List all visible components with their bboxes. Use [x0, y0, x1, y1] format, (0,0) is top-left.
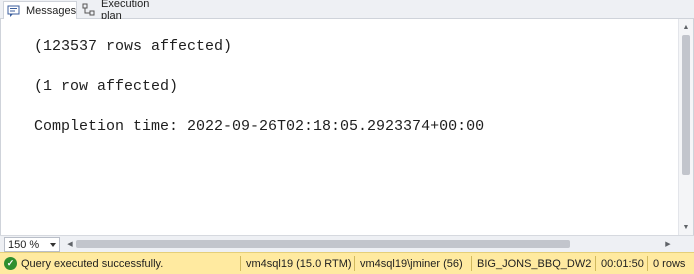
status-user: vm4sql19\jminer (56): [360, 257, 463, 270]
status-elapsed: 00:01:50: [601, 257, 644, 270]
status-divider: [647, 256, 648, 271]
horizontal-scroll-thumb[interactable]: [76, 240, 570, 248]
status-message: ✓ Query executed successfully.: [4, 253, 163, 274]
scroll-left-arrow-icon[interactable]: ◀: [64, 238, 76, 250]
message-row-affected: (1 row affected): [34, 78, 179, 95]
tab-messages-label: Messages: [26, 4, 77, 17]
success-check-icon: ✓: [4, 257, 17, 270]
chevron-down-icon: [50, 243, 56, 247]
status-divider: [471, 256, 472, 271]
scroll-down-arrow-icon[interactable]: ▼: [679, 220, 693, 234]
scroll-right-arrow-icon[interactable]: ▶: [662, 238, 674, 250]
scroll-up-arrow-icon[interactable]: ▲: [679, 20, 693, 34]
zoom-value: 150 %: [8, 238, 40, 251]
status-divider: [354, 256, 355, 271]
vertical-scroll-thumb[interactable]: [682, 35, 690, 175]
vertical-scrollbar[interactable]: ▲ ▼: [678, 19, 693, 235]
tab-messages[interactable]: Messages: [3, 1, 77, 20]
horizontal-scrollbar[interactable]: [76, 240, 660, 249]
messages-icon: [7, 4, 22, 18]
status-rows: 0 rows: [653, 257, 686, 270]
zoom-select[interactable]: 150 %: [4, 237, 60, 252]
status-divider: [595, 256, 596, 271]
status-message-text: Query executed successfully.: [21, 257, 164, 270]
messages-pane[interactable]: (123537 rows affected) (1 row affected) …: [0, 19, 694, 235]
message-rows-affected: (123537 rows affected): [34, 38, 233, 55]
scroll-corner: [678, 236, 694, 253]
status-divider: [240, 256, 241, 271]
execution-plan-icon: [82, 3, 97, 17]
status-database: BIG_JONS_BBQ_DW2: [477, 257, 592, 270]
zoom-scroll-row: 150 % ◀ ▶: [0, 235, 694, 253]
status-bar: ✓ Query executed successfully. vm4sql19 …: [0, 252, 694, 274]
status-server: vm4sql19 (15.0 RTM): [246, 257, 352, 270]
tab-execution-plan[interactable]: Execution plan: [79, 0, 167, 22]
message-completion-time: Completion time: 2022-09-26T02:18:05.292…: [34, 118, 485, 135]
results-tab-strip: Messages Execution plan: [0, 0, 694, 22]
